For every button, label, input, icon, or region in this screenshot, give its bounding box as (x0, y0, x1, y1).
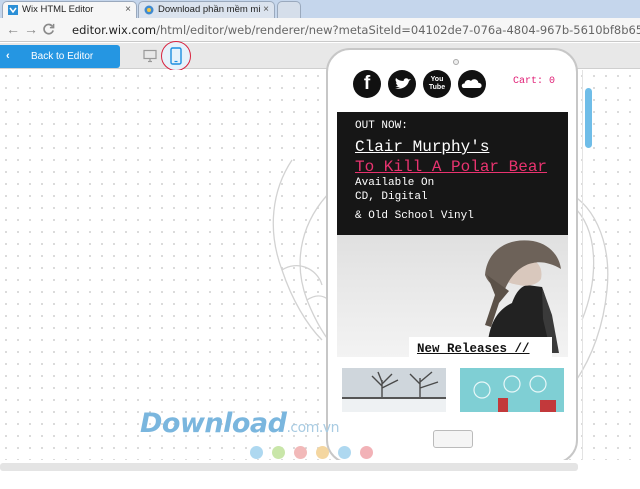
address-bar[interactable]: editor.wix.com/html/editor/web/renderer/… (72, 20, 640, 40)
phone-home-button (433, 430, 473, 448)
reload-icon[interactable] (42, 23, 55, 36)
tab-close-icon[interactable]: × (125, 2, 131, 17)
soundcloud-icon[interactable] (458, 70, 486, 98)
watermark-domain: .com.vn (286, 420, 339, 436)
mobile-view-button[interactable] (161, 41, 191, 71)
tab-wix-html-editor[interactable]: Wix HTML Editor × (2, 1, 137, 18)
album-promo-banner: OUT NOW: Clair Murphy's To Kill A Polar … (337, 112, 568, 235)
facebook-icon[interactable]: f (353, 70, 381, 98)
promo-artist[interactable]: Clair Murphy's (355, 138, 489, 156)
twitter-icon[interactable] (388, 70, 416, 98)
horizontal-scrollbar[interactable] (0, 463, 578, 471)
wix-favicon-icon (8, 5, 18, 15)
back-arrow-icon[interactable]: ← (6, 21, 20, 37)
promo-line-2: CD, Digital (355, 191, 428, 203)
watermark-dot (272, 446, 285, 459)
artist-photo: New Releases // (337, 235, 568, 357)
mobile-site-screen: f You Tube Cart: 0 OUT NOW: Clair Murphy… (337, 68, 568, 412)
new-releases-heading[interactable]: New Releases // (409, 337, 552, 357)
watermark-dot (294, 446, 307, 459)
phone-camera (453, 59, 459, 65)
horizontal-scroll-area (0, 460, 640, 489)
watermark-dot (250, 446, 263, 459)
chevron-left-icon: ‹ (6, 50, 10, 62)
tab-download[interactable]: Download phần mềm mi × (138, 1, 275, 18)
watermark-dots (250, 446, 380, 460)
url-path: /html/editor/web/renderer/new?metaSiteId… (156, 23, 640, 37)
browser-toolbar: ← → editor.wix.com/html/editor/web/rende… (0, 18, 640, 42)
promo-album-link[interactable]: To Kill A Polar Bear (355, 158, 547, 176)
desktop-view-icon[interactable] (143, 49, 157, 63)
new-tab-button[interactable] (277, 1, 301, 18)
promo-line-1: Available On (355, 177, 435, 189)
promo-out-now: OUT NOW: (355, 120, 408, 132)
watermark-brand: Download (140, 408, 287, 439)
tab-title: Wix HTML Editor (22, 4, 94, 15)
watermark-dot (360, 446, 373, 459)
release-thumbnail-circles[interactable] (460, 368, 564, 412)
watermark-dot (338, 446, 351, 459)
release-thumbnail-winter[interactable] (342, 368, 446, 412)
download-favicon-icon (144, 5, 154, 15)
url-host: editor.wix.com (72, 23, 157, 37)
tab-title: Download phần mềm mi (158, 4, 261, 15)
mobile-phone-icon (170, 47, 182, 65)
tab-strip: Wix HTML Editor × Download phần mềm mi × (0, 0, 640, 18)
youtube-icon[interactable]: You Tube (423, 70, 451, 98)
back-to-editor-button[interactable]: ‹ Back to Editor (0, 45, 120, 68)
back-to-editor-label: Back to Editor (31, 51, 94, 62)
vertical-scrollbar[interactable] (585, 88, 592, 148)
download-watermark: Download.com.vn (140, 408, 339, 439)
tab-close-icon[interactable]: × (263, 2, 269, 17)
promo-line-3: & Old School Vinyl (355, 210, 474, 222)
cart-link[interactable]: Cart: 0 (513, 76, 555, 87)
forward-arrow-icon[interactable]: → (24, 21, 38, 37)
watermark-dot (316, 446, 329, 459)
